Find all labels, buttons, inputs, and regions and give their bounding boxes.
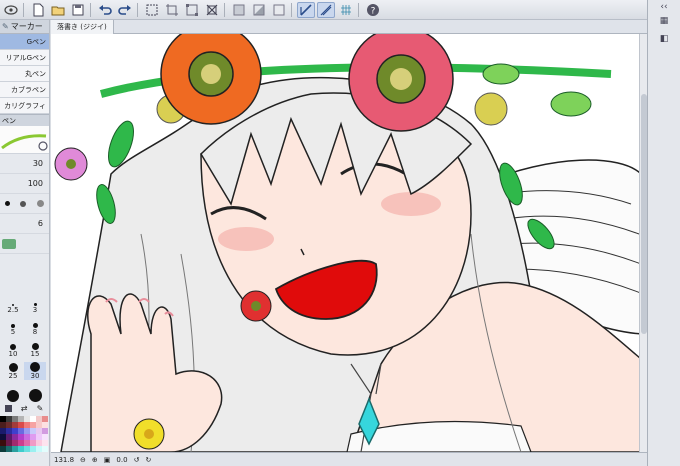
- palette-swatch[interactable]: [42, 446, 48, 452]
- document-tabs: 落書き (ジジイ): [51, 19, 647, 34]
- swap-icon[interactable]: ⇄: [21, 404, 28, 413]
- tool-property-panel: ✎ マーカー Gペン リアルGペン 丸ペン カブラペン カリグラフィ ペン 30…: [0, 20, 50, 466]
- eyedropper-icon[interactable]: ✎: [37, 404, 44, 413]
- snap-grid-icon[interactable]: [337, 2, 355, 18]
- brush-size-option[interactable]: [24, 384, 46, 402]
- select-all-icon[interactable]: [143, 2, 161, 18]
- magnify-icon[interactable]: [38, 141, 48, 151]
- illustration: [54, 34, 647, 452]
- brush-size-option[interactable]: [2, 384, 24, 402]
- toolbar-divider: [23, 2, 24, 17]
- navigator-icon[interactable]: ◧: [648, 32, 680, 46]
- pencil-tab-icon: ✎: [2, 22, 9, 31]
- brush-size-option[interactable]: 5: [2, 318, 24, 336]
- toolbar-divider: [291, 2, 292, 17]
- app-window: ? ✎ マーカー Gペン リアルGペン 丸ペン カブラペン カリグラフィ ペン …: [0, 0, 680, 466]
- brush-size-option[interactable]: 2.5: [2, 296, 24, 314]
- new-icon[interactable]: [29, 2, 47, 18]
- subtool-item-g-pen[interactable]: Gペン: [0, 34, 49, 50]
- document-tab[interactable]: 落書き (ジジイ): [51, 19, 114, 34]
- stabilization-field[interactable]: 6: [0, 214, 49, 234]
- brush-size-option[interactable]: 25: [2, 362, 24, 380]
- brush-tip-icon[interactable]: [36, 200, 44, 207]
- tool-property-header: ペン: [0, 114, 49, 126]
- fill-layer-icon[interactable]: [230, 2, 248, 18]
- toolbar-divider: [137, 2, 138, 17]
- subtool-group-label: マーカー: [10, 22, 43, 31]
- brush-tip-row[interactable]: [0, 194, 49, 214]
- canvas-area: 落書き (ジジイ) 131.8 ⊖ ⊕ ▣ 0.0 ↺ ↻: [51, 19, 647, 466]
- layer-icon[interactable]: [4, 404, 12, 412]
- brush-size-field[interactable]: 30: [0, 154, 49, 174]
- toolbar-divider: [358, 2, 359, 17]
- brush-size-option[interactable]: 10: [2, 340, 24, 358]
- snap-ruler-icon[interactable]: [297, 1, 315, 18]
- subtool-group-header[interactable]: ✎ マーカー: [0, 20, 49, 34]
- subtool-item-real-g-pen[interactable]: リアルGペン: [0, 50, 49, 66]
- free-transform-icon[interactable]: [203, 2, 221, 18]
- subtool-item-calligraphy[interactable]: カリグラフィ: [0, 98, 49, 114]
- transform-icon[interactable]: [183, 2, 201, 18]
- brush-tip-icon[interactable]: [5, 201, 11, 206]
- brush-size-option[interactable]: 3: [24, 296, 46, 314]
- stroke-preview-graphic: [1, 134, 48, 151]
- open-icon[interactable]: [49, 2, 67, 18]
- artwork-canvas[interactable]: [51, 34, 647, 452]
- rotate-right-icon[interactable]: ↻: [145, 456, 151, 464]
- zoom-in-icon[interactable]: ⊕: [92, 456, 98, 464]
- app-menu-icon[interactable]: [2, 2, 20, 18]
- svg-text:?: ?: [371, 6, 376, 16]
- collapse-panel-icon[interactable]: ‹‹: [648, 0, 680, 14]
- brush-size-option[interactable]: 8: [24, 318, 46, 336]
- rotate-left-icon[interactable]: ↺: [134, 456, 140, 464]
- redo-icon[interactable]: [116, 2, 134, 18]
- brush-toggle-row: [0, 234, 49, 254]
- brush-size-option[interactable]: 30: [24, 362, 46, 380]
- vertical-scrollbar[interactable]: [639, 34, 647, 452]
- crop-icon[interactable]: [163, 2, 181, 18]
- brush-size-value: 30: [32, 159, 43, 168]
- opacity-field[interactable]: 100: [0, 174, 49, 194]
- toolbar-divider: [90, 2, 91, 17]
- status-bar: 131.8 ⊖ ⊕ ▣ 0.0 ↺ ↻: [51, 452, 647, 466]
- undo-icon[interactable]: [96, 2, 114, 18]
- snap-special-ruler-icon[interactable]: [317, 1, 335, 18]
- subtool-label: 丸ペン: [25, 69, 46, 78]
- zoom-value[interactable]: 131.8: [54, 456, 74, 464]
- stabilization-value: 6: [37, 219, 43, 228]
- save-icon[interactable]: [69, 2, 87, 18]
- opacity-value: 100: [27, 179, 43, 188]
- color-toolbar: ⇄ ✎: [0, 402, 48, 414]
- layer-mask-icon[interactable]: [270, 2, 288, 18]
- brush-size-option[interactable]: 15: [24, 340, 46, 358]
- right-dock-panel: ‹‹ ▦ ◧: [647, 0, 680, 466]
- brush-tip-icon[interactable]: [20, 200, 27, 207]
- help-icon[interactable]: ?: [364, 2, 382, 18]
- subtool-label: Gペン: [26, 37, 46, 46]
- subtool-label: リアルGペン: [5, 53, 46, 62]
- toggle-icon[interactable]: [2, 238, 16, 249]
- subtool-item-kabura-pen[interactable]: カブラペン: [0, 82, 49, 98]
- subtool-label: カブラペン: [11, 85, 46, 94]
- fit-icon[interactable]: ▣: [104, 456, 111, 464]
- clear-layer-icon[interactable]: [250, 2, 268, 18]
- subtool-item-maru-pen[interactable]: 丸ペン: [0, 66, 49, 82]
- brush-size-grid: 2.5 3 5 8 10 15 25 30: [2, 296, 46, 402]
- panel-grip-icon[interactable]: ▦: [648, 14, 680, 28]
- tool-property-label: ペン: [2, 116, 16, 125]
- subtool-label: カリグラフィ: [4, 101, 46, 110]
- zoom-out-icon[interactable]: ⊖: [80, 456, 86, 464]
- color-palette: [0, 416, 48, 466]
- main-toolbar: ?: [0, 0, 655, 20]
- brush-stroke-preview: [0, 126, 49, 154]
- toolbar-divider: [224, 2, 225, 17]
- rotation-value[interactable]: 0.0: [116, 456, 127, 464]
